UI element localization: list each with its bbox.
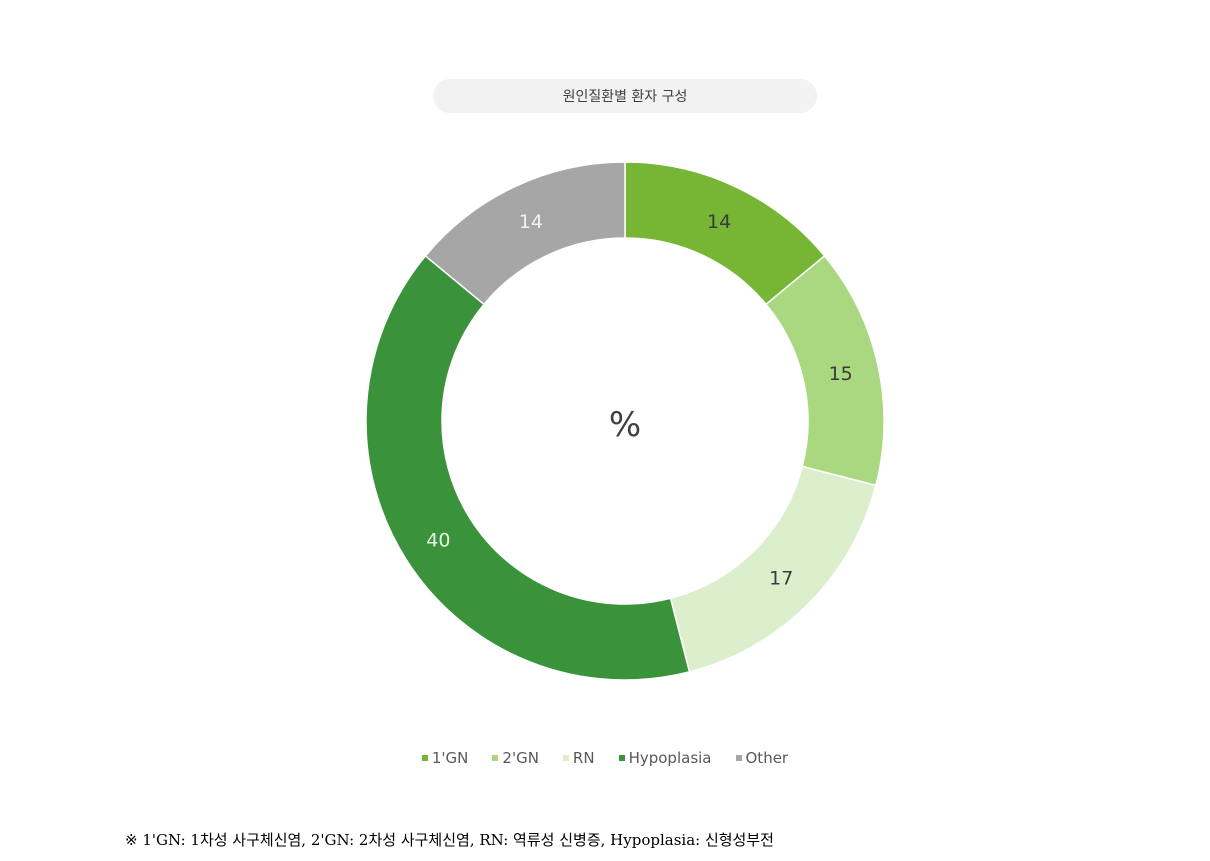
- legend-swatch: [492, 755, 499, 761]
- legend-swatch: [421, 755, 428, 761]
- legend-item-hypoplasia: Hypoplasia: [618, 749, 712, 767]
- center-label: %: [609, 405, 641, 445]
- legend-label: Other: [745, 749, 789, 767]
- legend: 1'GN 2'GN RN Hypoplasia Other: [0, 749, 1210, 767]
- data-label-1-gn: 14: [707, 211, 731, 233]
- data-label-other: 14: [519, 211, 543, 233]
- legend-item-2-gn: 2'GN: [492, 749, 539, 767]
- data-label-hypoplasia: 40: [426, 529, 450, 551]
- legend-item-1-gn: 1'GN: [421, 749, 469, 767]
- legend-label: 1'GN: [431, 749, 469, 767]
- slice-hypoplasia: [365, 254, 691, 681]
- data-label-rn: 17: [769, 567, 793, 589]
- footnote: ※ 1'GN: 1차성 사구체신염, 2'GN: 2차성 사구체신염, RN: …: [125, 831, 774, 849]
- slice-2-gn: [764, 254, 885, 487]
- donut-chart: 14 15 17 40 14 %: [365, 161, 885, 681]
- legend-label: RN: [572, 749, 595, 767]
- legend-label: 2'GN: [502, 749, 539, 767]
- legend-label: Hypoplasia: [628, 749, 712, 767]
- legend-swatch: [562, 755, 569, 761]
- legend-item-other: Other: [735, 749, 789, 767]
- legend-swatch: [618, 755, 625, 761]
- data-label-2-gn: 15: [829, 363, 853, 385]
- legend-swatch: [735, 755, 742, 761]
- legend-item-rn: RN: [562, 749, 595, 767]
